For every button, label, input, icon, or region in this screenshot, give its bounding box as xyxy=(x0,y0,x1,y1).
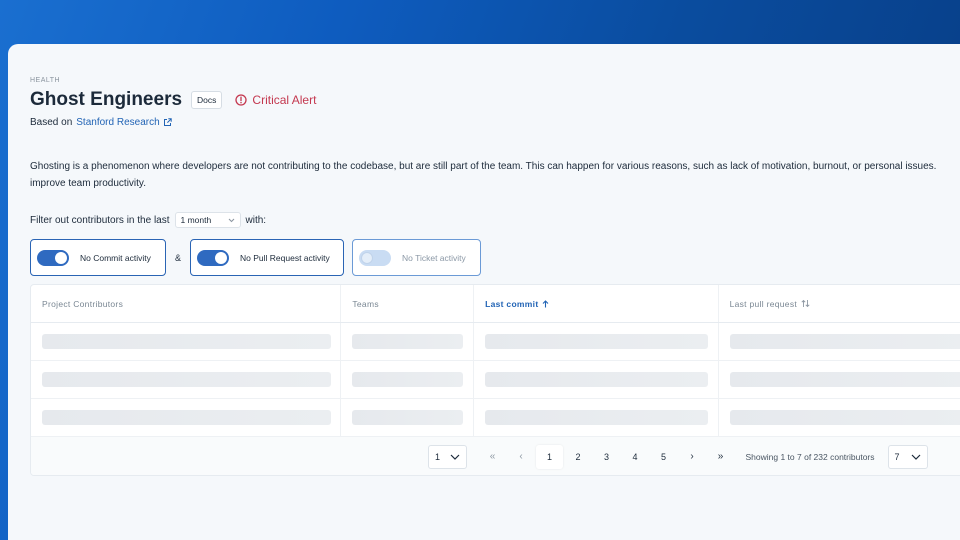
page-jump-select[interactable]: 1 xyxy=(428,444,467,469)
chevron-down-icon xyxy=(911,454,920,460)
next-page-button[interactable]: › xyxy=(679,445,706,469)
external-link-icon[interactable] xyxy=(163,118,172,127)
table-cell xyxy=(341,323,475,360)
first-page-button[interactable]: « xyxy=(479,445,506,469)
column-label: Last commit xyxy=(485,298,539,309)
last-page-button[interactable]: » xyxy=(707,445,734,469)
page-title: Ghost Engineers xyxy=(30,89,183,110)
alert-circle-icon xyxy=(235,94,248,106)
based-on-prefix: Based on xyxy=(30,117,73,128)
loading-skeleton xyxy=(485,410,709,425)
table-row xyxy=(31,399,960,437)
column-project-contributors[interactable]: Project Contributors xyxy=(31,285,342,322)
table-cell xyxy=(31,361,342,398)
column-last-pull-request[interactable]: Last pull request xyxy=(719,285,960,322)
title-row: Ghost Engineers Docs Critical Alert xyxy=(30,89,316,111)
docs-button[interactable]: Docs xyxy=(191,90,223,110)
loading-skeleton xyxy=(485,372,709,387)
critical-alert[interactable]: Critical Alert xyxy=(235,93,316,107)
table-cell xyxy=(341,361,475,398)
page-button-2[interactable]: 2 xyxy=(565,445,592,469)
loading-skeleton xyxy=(729,372,960,387)
table-header: Project Contributors Teams Last commit L… xyxy=(31,285,960,323)
commit-switch[interactable] xyxy=(37,249,69,266)
filter-row: Filter out contributors in the last 1 mo… xyxy=(30,212,266,228)
loading-skeleton xyxy=(352,334,464,349)
column-last-commit[interactable]: Last commit xyxy=(474,285,719,322)
table-cell xyxy=(719,323,960,360)
filter-suffix: with: xyxy=(245,214,267,226)
table-row xyxy=(31,361,960,399)
table-cell xyxy=(474,323,719,360)
table-cell xyxy=(474,399,719,436)
alert-label: Critical Alert xyxy=(252,93,317,107)
toggle-label: No Commit activity xyxy=(80,252,151,263)
previous-page-button[interactable]: ‹ xyxy=(508,445,535,469)
loading-skeleton xyxy=(352,372,464,387)
page-size-select[interactable]: 7 xyxy=(887,444,928,469)
table-cell xyxy=(341,399,475,436)
page-button-1[interactable]: 1 xyxy=(536,444,563,469)
toggle-label: No Pull Request activity xyxy=(240,252,330,263)
toggle-ticket-activity[interactable]: No Ticket activity xyxy=(352,239,482,276)
page-button-4[interactable]: 4 xyxy=(622,445,649,469)
switch-knob xyxy=(215,251,228,264)
loading-skeleton xyxy=(42,410,331,425)
pagination: 1 « ‹ 1 2 3 4 5 › » Showing 1 to 7 of 23… xyxy=(31,437,960,475)
activity-toggles: No Commit activity & No Pull Request act… xyxy=(30,239,482,276)
page-jump-value: 1 xyxy=(435,451,441,462)
table-cell xyxy=(31,323,342,360)
contributors-table: Project Contributors Teams Last commit L… xyxy=(30,284,960,476)
filter-prefix: Filter out contributors in the last xyxy=(30,214,170,226)
switch-knob xyxy=(55,251,67,264)
sort-arrow-up-icon xyxy=(543,299,549,307)
loading-skeleton xyxy=(485,334,709,349)
based-on: Based on Stanford Research xyxy=(30,117,172,128)
breadcrumb: HEALTH xyxy=(30,77,61,84)
table-cell xyxy=(31,399,342,436)
page-button-5[interactable]: 5 xyxy=(650,445,677,469)
table-cell xyxy=(719,399,960,436)
sort-toggle-icon xyxy=(801,299,810,308)
table-cell xyxy=(719,361,960,398)
table-cell xyxy=(474,361,719,398)
toggle-pull-request-activity[interactable]: No Pull Request activity xyxy=(190,239,345,276)
chevron-down-icon xyxy=(228,218,234,222)
toggle-commit-activity[interactable]: No Commit activity xyxy=(30,239,166,276)
chevron-down-icon xyxy=(450,454,460,460)
toggle-joiner: & xyxy=(175,252,182,263)
loading-skeleton xyxy=(42,334,331,349)
loading-skeleton xyxy=(42,372,331,387)
period-value: 1 month xyxy=(180,215,212,225)
switch-knob xyxy=(361,251,374,264)
main-card: HEALTH Ghost Engineers Docs Critical Ale… xyxy=(8,44,960,540)
ticket-switch[interactable] xyxy=(359,249,392,266)
period-select[interactable]: 1 month xyxy=(174,212,241,228)
loading-skeleton xyxy=(729,334,960,349)
description: Ghosting is a phenomenon where developer… xyxy=(30,161,937,189)
page-size-value: 7 xyxy=(894,451,900,462)
showing-count: Showing 1 to 7 of 232 contributors xyxy=(745,451,875,462)
column-label: Last pull request xyxy=(729,298,798,309)
loading-skeleton xyxy=(729,410,960,425)
stanford-research-link[interactable]: Stanford Research xyxy=(76,117,159,128)
pull-request-switch[interactable] xyxy=(197,249,230,266)
toggle-label: No Ticket activity xyxy=(402,252,466,263)
table-row xyxy=(31,323,960,361)
column-teams[interactable]: Teams xyxy=(341,285,475,322)
page-button-3[interactable]: 3 xyxy=(593,445,620,469)
loading-skeleton xyxy=(352,410,464,425)
